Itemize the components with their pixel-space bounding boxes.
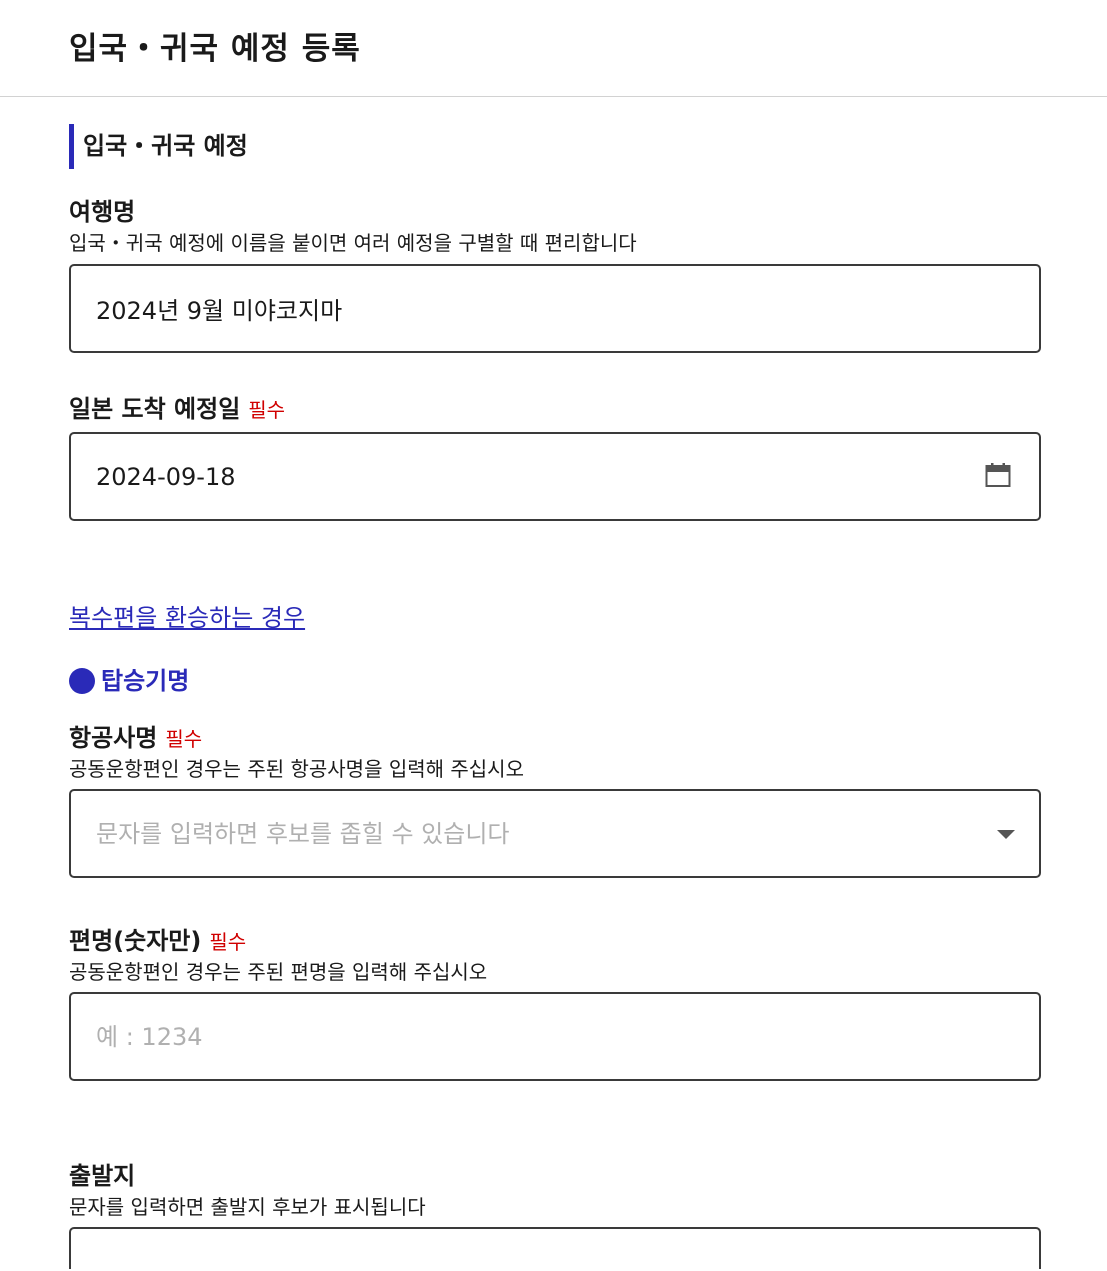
calendar-icon[interactable] xyxy=(985,462,1011,488)
arrival-date-label: 일본 도착 예정일 필수 xyxy=(69,393,285,426)
multiple-flights-link[interactable]: 복수편을 환승하는 경우 xyxy=(69,600,305,636)
trip-name-field[interactable] xyxy=(69,264,1041,353)
departure-label-text: 출발지 xyxy=(69,1162,136,1190)
required-badge: 필수 xyxy=(165,727,203,751)
required-badge: 필수 xyxy=(209,930,247,954)
trip-name-helper: 입국・귀국 예정에 이름을 붙이면 여러 예정을 구별할 때 편리합니다 xyxy=(69,231,637,255)
page-header: 입국・귀국 예정 등록 xyxy=(0,0,1107,97)
airline-helper: 공동운항편인 경우는 주된 항공사명을 입력해 주십시오 xyxy=(69,757,524,781)
airline-input[interactable] xyxy=(96,791,956,876)
trip-name-input[interactable] xyxy=(96,266,956,351)
trip-name-label: 여행명 xyxy=(69,196,135,228)
flight-number-field[interactable] xyxy=(69,992,1041,1081)
arrival-date-field[interactable] xyxy=(69,432,1041,521)
required-badge: 필수 xyxy=(248,398,286,422)
airline-label-text: 항공사명 xyxy=(69,724,158,752)
bullet-dot-icon xyxy=(69,668,95,694)
flight-number-input[interactable] xyxy=(96,994,956,1079)
page-title: 입국・귀국 예정 등록 xyxy=(69,31,361,67)
flight-number-helper: 공동운항편인 경우는 주된 편명을 입력해 주십시오 xyxy=(69,960,488,984)
departure-field[interactable] xyxy=(69,1227,1041,1271)
chevron-down-icon[interactable] xyxy=(997,830,1015,839)
trip-name-label-text: 여행명 xyxy=(69,198,136,226)
flight-number-label: 편명(숫자만) 필수 xyxy=(69,925,246,958)
arrival-date-label-text: 일본 도착 예정일 xyxy=(69,395,241,423)
departure-input[interactable] xyxy=(96,1229,956,1271)
airline-combobox[interactable] xyxy=(69,789,1041,878)
section-heading: 입국・귀국 예정 xyxy=(69,124,248,169)
flight-section-heading: 탑승기명 xyxy=(69,664,189,698)
flight-number-label-text: 편명(숫자만) xyxy=(69,927,202,955)
arrival-date-input[interactable] xyxy=(96,434,956,519)
departure-label: 출발지 xyxy=(69,1160,135,1192)
flight-section-title: 탑승기명 xyxy=(101,667,190,695)
airline-label: 항공사명 필수 xyxy=(69,722,202,755)
departure-helper: 문자를 입력하면 출발지 후보가 표시됩니다 xyxy=(69,1195,426,1219)
